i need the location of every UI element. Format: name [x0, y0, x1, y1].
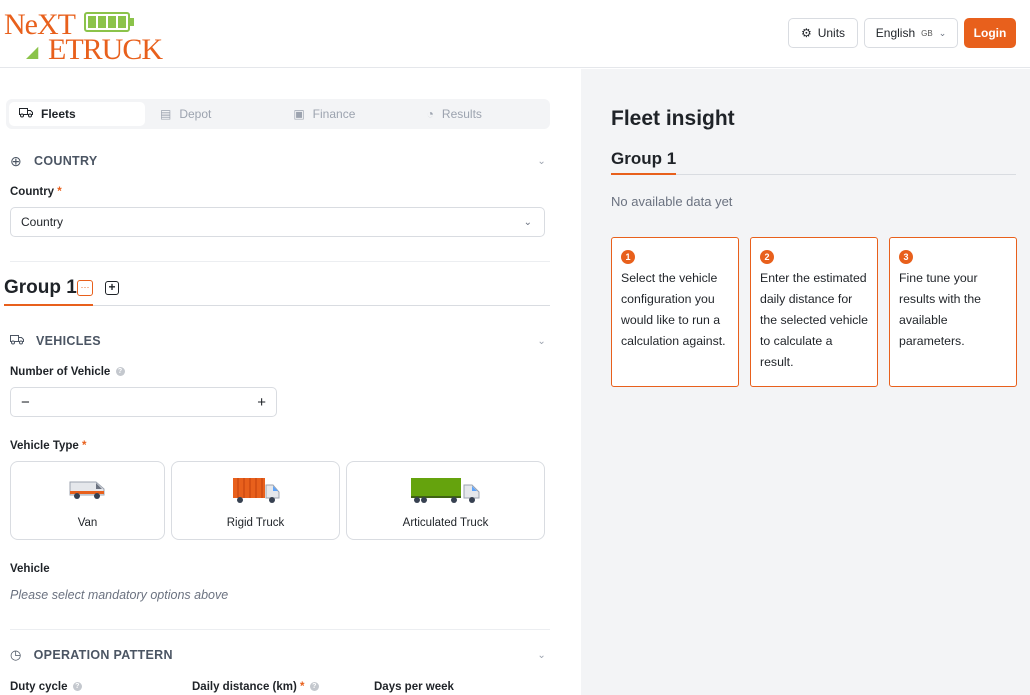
number-label-text: Number of Vehicle	[10, 366, 111, 378]
articulated-truck-label: Articulated Truck	[402, 517, 489, 529]
van-label: Van	[77, 517, 98, 529]
help-icon[interactable]: ?	[115, 367, 125, 377]
vehicle-label: Vehicle	[10, 563, 50, 575]
tab-results[interactable]: ◔ Results	[417, 99, 550, 129]
step-card-1: 1 Select the vehicle configuration you w…	[611, 237, 739, 387]
number-of-vehicle-label: Number of Vehicle ?	[10, 366, 125, 378]
language-region: GB	[921, 28, 933, 38]
country-section-header[interactable]: ⊕ COUNTRY ⌄	[10, 151, 546, 171]
vehicle-type-van[interactable]: Van	[10, 461, 165, 540]
help-icon[interactable]: ?	[72, 682, 82, 692]
daily-distance-text: Daily distance (km)	[192, 681, 297, 693]
articulated-truck-icon	[410, 478, 479, 503]
section-tabs: Fleets ▤ Depot ▣ Finance ◔ Results	[6, 99, 550, 129]
active-group-underline	[611, 173, 676, 175]
group-tab-line	[93, 305, 550, 306]
country-label-text: Country	[10, 186, 55, 198]
required-mark: *	[300, 681, 305, 693]
chevron-down-icon: ⌄	[537, 155, 546, 167]
truck-icon	[19, 107, 33, 121]
required-mark: *	[82, 440, 87, 452]
tab-depot[interactable]: ▤ Depot	[148, 99, 283, 129]
step-text: Select the vehicle configuration you wou…	[621, 271, 726, 348]
fleet-insight-panel: Fleet insight Group 1 No available data …	[581, 69, 1030, 695]
step-card-2: 2 Enter the estimated daily distance for…	[750, 237, 878, 387]
battery-icon	[84, 12, 134, 32]
clock-icon: ◷	[10, 647, 22, 662]
step-text: Fine tune your results with the availabl…	[899, 271, 982, 348]
vehicle-type-label: Vehicle Type *	[10, 440, 87, 452]
operation-heading: OPERATION PATTERN	[33, 648, 173, 662]
required-mark: *	[57, 186, 62, 198]
insight-title: Fleet insight	[611, 107, 735, 130]
country-select[interactable]: Country ⌄	[10, 207, 545, 237]
help-icon[interactable]: ?	[309, 682, 319, 692]
step-text: Enter the estimated daily distance for t…	[760, 271, 869, 369]
vehicles-section-header[interactable]: VEHICLES ⌄	[10, 331, 546, 351]
group-title[interactable]: Group 1	[4, 277, 77, 299]
insight-tab-line	[676, 174, 1016, 175]
active-group-underline	[4, 304, 93, 306]
tab-label: Results	[441, 107, 482, 121]
chevron-down-icon: ⌄	[537, 335, 546, 347]
depot-icon: ▤	[160, 107, 172, 121]
country-select-value: Country	[21, 215, 64, 229]
chevron-down-icon: ⌄	[938, 27, 947, 38]
vehicles-heading: VEHICLES	[36, 334, 101, 348]
tab-label: Fleets	[41, 107, 76, 121]
country-heading: COUNTRY	[34, 154, 98, 168]
country-field-label: Country *	[10, 186, 62, 198]
rigid-truck-icon	[232, 478, 279, 503]
step-number: 2	[760, 250, 774, 264]
van-icon	[69, 481, 104, 499]
rigid-truck-label: Rigid Truck	[226, 517, 285, 529]
duty-cycle-text: Duty cycle	[10, 681, 68, 693]
units-label: Units	[817, 26, 846, 40]
ellipsis-icon[interactable]: ···	[77, 280, 93, 296]
globe-icon: ⊕	[10, 152, 23, 169]
truck-icon	[10, 334, 24, 348]
vehicle-type-label-text: Vehicle Type	[10, 440, 79, 452]
chevron-down-icon: ⌄	[523, 216, 532, 228]
tab-finance[interactable]: ▣ Finance	[283, 99, 416, 129]
step-card-3: 3 Fine tune your results with the availa…	[889, 237, 1017, 387]
finance-icon: ▣	[293, 107, 305, 121]
empty-state-text: No available data yet	[611, 194, 733, 209]
vehicle-type-articulated-truck[interactable]: Articulated Truck	[346, 461, 545, 540]
language-select[interactable]: English GB ⌄	[864, 18, 958, 48]
insight-group-tab[interactable]: Group 1	[611, 149, 676, 169]
gear-icon: ⚙	[800, 26, 812, 40]
configuration-panel: Fleets ▤ Depot ▣ Finance ◔ Results ⊕ COU…	[0, 69, 580, 695]
top-header: NeXT ◢ ETRUCK ⚙ Units English GB ⌄ Login	[0, 0, 1030, 68]
step-number: 3	[899, 250, 913, 264]
duty-cycle-label: Duty cycle ?	[10, 681, 82, 693]
add-group-icon[interactable]: +	[105, 281, 119, 295]
tab-label: Finance	[312, 107, 356, 121]
login-button[interactable]: Login	[964, 18, 1016, 48]
decrement-button[interactable]: −	[21, 394, 30, 411]
daily-distance-label: Daily distance (km) * ?	[192, 681, 319, 693]
units-button[interactable]: ⚙ Units	[788, 18, 858, 48]
nextetruck-logo[interactable]: NeXT ◢ ETRUCK	[4, 6, 163, 66]
signal-icon: ◢	[26, 44, 39, 61]
chevron-down-icon: ⌄	[537, 649, 546, 661]
divider	[10, 629, 550, 630]
pie-chart-icon: ◔	[426, 107, 434, 121]
vehicle-count-stepper[interactable]: − +	[10, 387, 277, 417]
step-number: 1	[621, 250, 635, 264]
days-per-week-label: Days per week	[374, 681, 454, 693]
tab-label: Depot	[179, 107, 212, 121]
vehicle-placeholder: Please select mandatory options above	[10, 588, 229, 602]
increment-button[interactable]: +	[257, 394, 266, 411]
divider	[10, 261, 550, 262]
vehicle-type-rigid-truck[interactable]: Rigid Truck	[171, 461, 340, 540]
language-label: English	[875, 26, 916, 40]
tab-fleets[interactable]: Fleets	[9, 102, 145, 126]
logo-text-etruck: ETRUCK	[48, 33, 163, 66]
operation-pattern-section-header[interactable]: ◷ OPERATION PATTERN ⌄	[10, 645, 546, 665]
